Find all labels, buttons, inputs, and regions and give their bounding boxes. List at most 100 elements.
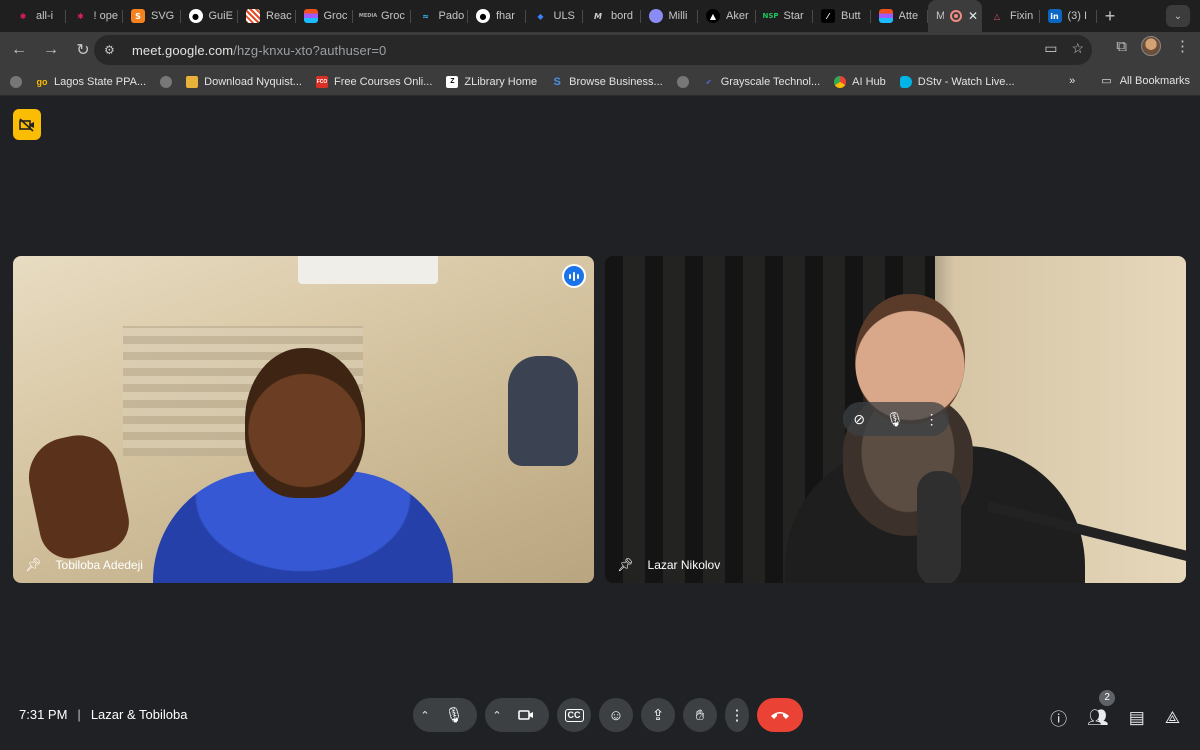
background-microphone: [917, 471, 961, 583]
menu-icon[interactable]: ⋮: [1175, 37, 1190, 55]
bookmark-item[interactable]: [10, 75, 22, 88]
globe-icon: [676, 75, 689, 88]
raise-hand-button[interactable]: ✋︎: [683, 698, 717, 732]
browser-tab[interactable]: ✱! ope: [66, 0, 124, 32]
more-options-button[interactable]: ⋮: [725, 698, 749, 732]
call-controls: ⌃ 🎙︎ ⌃ CC ☺ ⇪ ✋︎ ⋮: [413, 698, 803, 732]
info-icon: ⓘ: [1050, 710, 1068, 729]
reactions-button[interactable]: ☺: [599, 698, 633, 732]
meeting-info: 7:31 PM | Lazar & Tobiloba: [19, 707, 187, 722]
bookmark-item[interactable]: [676, 75, 689, 88]
meeting-time: 7:31 PM: [19, 707, 68, 722]
activities-button[interactable]: ⟁: [1165, 708, 1180, 728]
globe-icon: [160, 75, 173, 88]
text-logo-icon: MEDIA: [358, 13, 378, 19]
browser-tab[interactable]: Mbord: [583, 0, 641, 32]
activities-icon: ⟁: [1164, 707, 1180, 727]
hand-icon: ✋︎: [695, 706, 705, 724]
video-options-chevron-icon[interactable]: ⌃: [485, 709, 509, 722]
browser-tab[interactable]: in (3) I: [1040, 0, 1098, 32]
camera-permission-icon[interactable]: ▭: [1044, 40, 1057, 57]
bookmarks-bar: go Lagos State PPA... Download Nyquist...…: [0, 68, 1200, 96]
unpin-icon[interactable]: ⊘: [853, 411, 865, 428]
extensions-icon[interactable]: ⧉: [1116, 38, 1127, 55]
back-button[interactable]: ←: [4, 35, 34, 65]
leave-call-button[interactable]: [757, 698, 803, 732]
more-bookmarks-button[interactable]: »: [1069, 75, 1075, 87]
browser-tab[interactable]: Milli: [641, 0, 699, 32]
video-control-group: ⌃: [485, 698, 549, 732]
people-count-badge: 2: [1099, 689, 1116, 706]
arrow-right-icon: →: [43, 41, 59, 58]
browser-tab[interactable]: Groc: [296, 0, 354, 32]
bookmark-item[interactable]: S Browse Business...: [551, 75, 662, 88]
m-icon: M: [594, 11, 602, 21]
bookmark-item[interactable]: DStv - Watch Live...: [899, 75, 1015, 88]
browser-tab[interactable]: ≈ Pado: [411, 0, 469, 32]
participant-tile[interactable]: 📌︎ Tobiloba Adedeji: [13, 256, 594, 583]
mic-icon[interactable]: 🎙︎: [886, 411, 904, 428]
browser-tab[interactable]: ✱ all-i: [8, 0, 66, 32]
browser-tab[interactable]: NSP Star: [756, 0, 814, 32]
side-panel-buttons: ⓘ 👥︎ 2 ▤ ⟁: [1050, 689, 1180, 730]
browser-tab[interactable]: ⁄ Butt: [813, 0, 871, 32]
folder-icon: ▭: [1101, 75, 1112, 87]
close-tab-icon[interactable]: ✕: [968, 9, 978, 23]
camera-button[interactable]: [509, 698, 543, 732]
audio-options-chevron-icon[interactable]: ⌃: [413, 709, 437, 722]
tailwind-icon: ≈: [422, 11, 429, 21]
microphone-button[interactable]: 🎙︎: [437, 698, 471, 732]
s-icon: S: [553, 75, 561, 88]
tab-search-button[interactable]: ⌄: [1166, 5, 1190, 27]
browser-tab[interactable]: △ Fixin: [982, 0, 1040, 32]
bookmark-item[interactable]: Z ZLibrary Home: [446, 75, 537, 88]
bookmark-item[interactable]: FCO Free Courses Onli...: [315, 75, 432, 88]
z-icon: Z: [446, 75, 459, 88]
browser-tab[interactable]: S SVG: [123, 0, 181, 32]
emoji-icon: ☺: [608, 706, 624, 724]
browser-tab[interactable]: ● GuiE: [181, 0, 239, 32]
diamond-icon: ◆: [537, 11, 544, 21]
audio-control-group: ⌃ 🎙︎: [413, 698, 477, 732]
triangle-icon: ▲: [706, 9, 720, 23]
bookmark-item[interactable]: [160, 75, 173, 88]
bookmark-item[interactable]: Download Nyquist...: [186, 75, 302, 88]
browser-tab[interactable]: ◆ ULS: [526, 0, 584, 32]
camera-off-indicator[interactable]: [13, 109, 41, 140]
recording-icon: [949, 10, 962, 22]
people-button[interactable]: 👥︎ 2: [1087, 689, 1116, 728]
present-button[interactable]: ⇪: [641, 698, 675, 732]
forward-button[interactable]: →: [36, 35, 66, 65]
pin-icon[interactable]: 📌︎: [617, 557, 634, 573]
participant-tile[interactable]: ⊘ 🎙︎ ⋮ 📌︎ Lazar Nikolov: [605, 256, 1186, 583]
chat-button[interactable]: ▤: [1129, 708, 1145, 728]
separator: |: [77, 707, 81, 722]
bookmark-star-icon[interactable]: ☆: [1071, 40, 1084, 57]
more-options-icon[interactable]: ⋮: [925, 411, 939, 428]
url-text: meet.google.com/hzg-knxu-xto?authuser=0: [132, 42, 387, 58]
browser-tab-active[interactable]: M ✕: [928, 0, 982, 32]
address-bar[interactable]: ⚙ meet.google.com/hzg-knxu-xto?authuser=…: [94, 35, 1092, 65]
globe-icon: [10, 75, 22, 88]
pin-icon[interactable]: 📌︎: [25, 557, 42, 573]
slack-icon: ✱: [77, 11, 84, 21]
bookmark-item[interactable]: go Lagos State PPA...: [36, 76, 147, 88]
browser-tab[interactable]: Reac: [238, 0, 296, 32]
bookmark-item[interactable]: AI Hub: [834, 75, 886, 88]
browser-tab[interactable]: ▲ Aker: [698, 0, 756, 32]
browser-tab[interactable]: MEDIA Groc: [353, 0, 411, 32]
captions-button[interactable]: CC: [557, 698, 591, 732]
profile-avatar[interactable]: [1141, 36, 1161, 56]
site-info-icon[interactable]: ⚙: [104, 43, 122, 57]
dstv-icon: [899, 75, 912, 88]
new-tab-button[interactable]: +: [1097, 0, 1123, 32]
bookmark-item[interactable]: ➶ Grayscale Technol...: [703, 76, 820, 88]
slack-icon: ✱: [19, 11, 27, 21]
arrow-left-icon: ←: [11, 41, 27, 58]
meeting-details-button[interactable]: ⓘ: [1050, 705, 1067, 730]
browser-tab[interactable]: Atte: [871, 0, 929, 32]
all-bookmarks-button[interactable]: All Bookmarks: [1120, 75, 1190, 87]
chrome-icon: [834, 75, 847, 88]
participant-name-tag: 📌︎ Tobiloba Adedeji: [25, 557, 143, 573]
browser-tab[interactable]: ● fhar: [468, 0, 526, 32]
